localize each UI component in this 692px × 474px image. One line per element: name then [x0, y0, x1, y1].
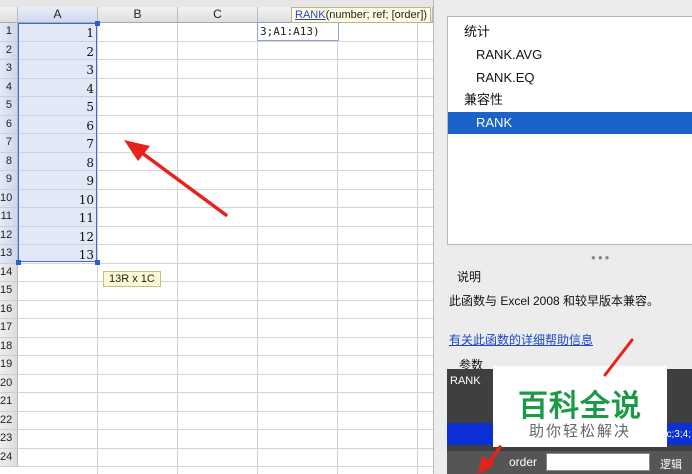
cell-value[interactable]: 10 [18, 191, 98, 210]
order-label: order [509, 455, 538, 469]
grid-row-line [18, 355, 433, 356]
grid-row-line [18, 410, 433, 412]
list-item-rank-eq[interactable]: RANK.EQ [448, 67, 692, 89]
row-header[interactable]: 17 [0, 319, 18, 338]
grid-row-line [18, 318, 433, 319]
column-header-c[interactable]: C [178, 7, 258, 23]
row-header[interactable]: 18 [0, 337, 18, 356]
list-category-statistics[interactable]: 统计 [448, 21, 692, 43]
row-header[interactable]: 21 [0, 393, 18, 412]
grid-row-line [18, 392, 433, 393]
grid-row-line [18, 429, 433, 430]
grid-column-line [177, 23, 178, 474]
description-text: 此函数与 Excel 2008 和较早版本兼容。 [449, 294, 660, 308]
list-category-compatibility[interactable]: 兼容性 [448, 89, 692, 111]
grid-row-line [18, 281, 433, 282]
selection-size-tooltip: 13R x 1C [103, 271, 161, 287]
column-header-b[interactable]: B [98, 7, 178, 23]
ref-argument-value: c;3;4; [666, 429, 691, 440]
grid-row-line [18, 299, 433, 301]
row-header[interactable]: 2 [0, 41, 18, 60]
function-list[interactable]: 统计 RANK.AVG RANK.EQ 兼容性 RANK [447, 16, 692, 245]
row-header[interactable]: 15 [0, 282, 18, 301]
row-header[interactable]: 23 [0, 430, 18, 449]
watermark-title: 百科全说 [518, 389, 642, 424]
function-signature-tooltip: RANK(number; ref; [order]) [291, 7, 432, 23]
watermark-subtitle: 助你轻松解决 [528, 422, 631, 440]
row-header[interactable]: 5 [0, 97, 18, 116]
row-header[interactable]: 3 [0, 60, 18, 79]
grid-row-line [18, 373, 433, 375]
function-box-name: RANK [450, 375, 481, 387]
help-link[interactable]: 有关此函数的详细帮助信息 [449, 331, 593, 348]
grid-row-line [18, 447, 433, 449]
row-header[interactable]: 4 [0, 78, 18, 97]
cell-value[interactable]: 13 [18, 246, 98, 265]
row-header[interactable]: 24 [0, 448, 18, 467]
row-header[interactable]: 7 [0, 134, 18, 153]
watermark: 百科全说 助你轻松解决 [493, 366, 667, 447]
cell-value[interactable]: 12 [18, 228, 98, 247]
cell-value[interactable]: 5 [18, 98, 98, 117]
grid-column-line [417, 23, 418, 474]
row-header[interactable]: 1 [0, 23, 18, 42]
row-header[interactable]: 11 [0, 208, 18, 227]
spreadsheet[interactable]: A B C 1 2 3 4 5 6 7 8 9 10 11 12 13 14 15 16 17 18 19 20 21 2… [0, 0, 433, 474]
column-header-a[interactable]: A [18, 7, 98, 23]
select-all-corner[interactable] [0, 7, 18, 23]
grid-row-line [18, 336, 433, 338]
cell-value[interactable]: 1 [18, 24, 98, 43]
row-header[interactable]: 9 [0, 171, 18, 190]
cell-value[interactable]: 11 [18, 209, 98, 228]
grid-column-line [257, 23, 258, 474]
grid-column-line [337, 23, 338, 474]
row-header[interactable]: 16 [0, 300, 18, 319]
function-name-link[interactable]: RANK [295, 9, 326, 21]
row-header[interactable]: 6 [0, 115, 18, 134]
row-header[interactable]: 22 [0, 411, 18, 430]
list-item-rank-selected[interactable]: RANK [448, 112, 692, 134]
cell-value[interactable]: 6 [18, 117, 98, 136]
cell-value[interactable]: 2 [18, 43, 98, 62]
order-input[interactable] [546, 453, 650, 471]
in-cell-formula-editor[interactable]: 3;A1:A13) [257, 22, 339, 41]
row-header[interactable]: 10 [0, 189, 18, 208]
cell-value[interactable]: 7 [18, 135, 98, 154]
cell-value[interactable]: 3 [18, 61, 98, 80]
cell-value[interactable]: 8 [18, 154, 98, 173]
cell-value[interactable]: 4 [18, 80, 98, 99]
grid-row-line [18, 466, 433, 467]
splitter-grip[interactable]: ●●● [591, 253, 612, 262]
row-header[interactable]: 20 [0, 374, 18, 393]
row-header[interactable]: 8 [0, 152, 18, 171]
function-arguments: (number; ref; [order]) [325, 9, 428, 21]
logic-type-label: 逻辑 [660, 459, 682, 471]
row-header[interactable]: 14 [0, 263, 18, 282]
list-item-rank-avg[interactable]: RANK.AVG [448, 44, 692, 66]
description-heading: 说明 [457, 270, 482, 284]
cell-value[interactable]: 9 [18, 172, 98, 191]
row-header[interactable]: 12 [0, 226, 18, 245]
row-header[interactable]: 19 [0, 356, 18, 375]
